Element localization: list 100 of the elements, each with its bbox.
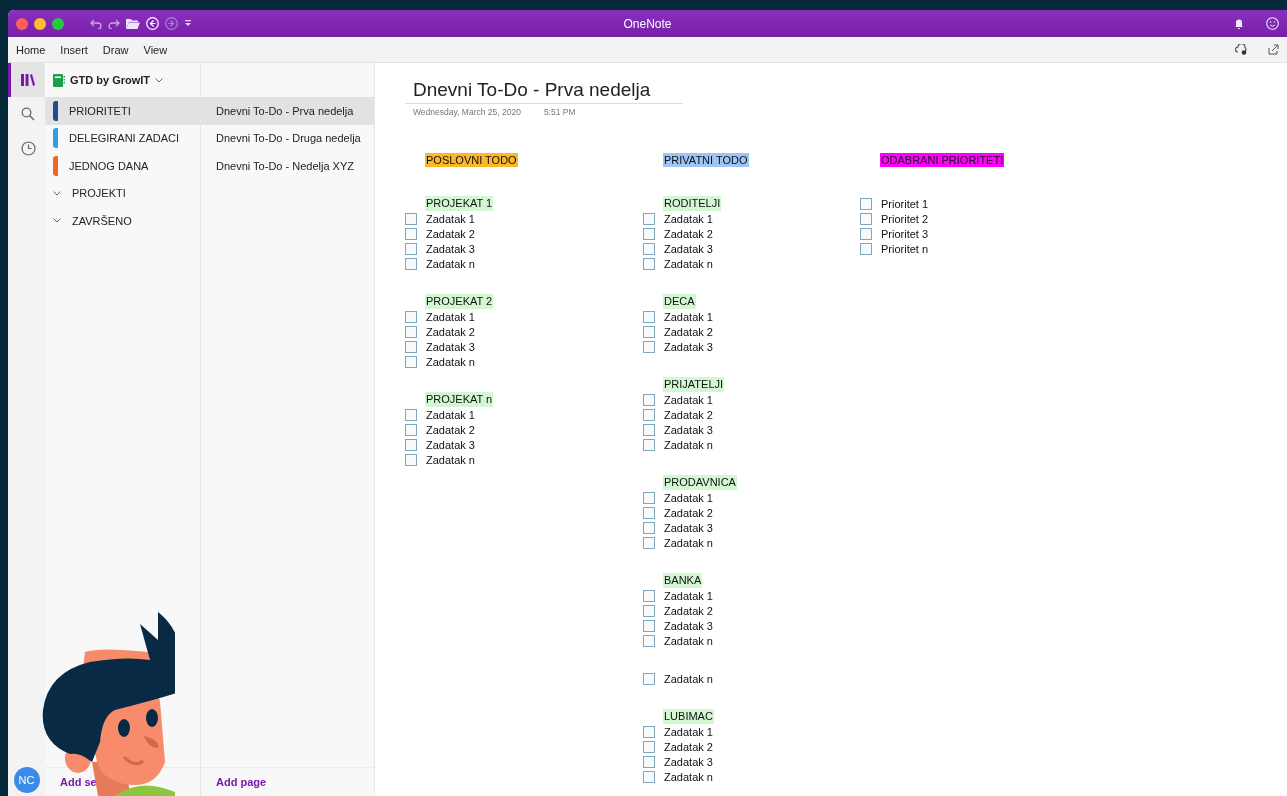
menu-item[interactable]: Home (16, 43, 55, 56)
task-text: Zadatak 1 (426, 212, 475, 225)
section-label: PRIORITETI (69, 104, 131, 117)
checkbox[interactable] (405, 242, 417, 255)
checkbox[interactable] (405, 453, 417, 466)
checkbox[interactable] (643, 257, 655, 270)
task-text: Zadatak 3 (664, 340, 713, 353)
checkbox[interactable] (405, 257, 417, 270)
window-title: OneNote (623, 16, 672, 31)
menu-item[interactable]: Draw (102, 43, 138, 56)
checkbox[interactable] (643, 506, 655, 519)
task-text: Zadatak 3 (426, 340, 475, 353)
checkbox[interactable] (643, 438, 655, 451)
task-text: Zadatak n (664, 634, 713, 647)
checkbox[interactable] (860, 242, 872, 255)
undo-icon[interactable] (90, 18, 102, 29)
page-time: 5:51 PM (543, 107, 576, 117)
section-group-item[interactable]: ZAVRŠENO (45, 207, 200, 235)
cloud-sync-icon[interactable] (1235, 44, 1248, 55)
checkbox[interactable] (643, 634, 655, 647)
checkbox[interactable] (643, 755, 655, 768)
library-icon (21, 74, 35, 86)
checkbox[interactable] (860, 212, 872, 225)
checkbox[interactable] (643, 408, 655, 421)
task-text: Prioritet 2 (881, 212, 929, 225)
checkbox[interactable] (643, 491, 655, 504)
task-text: Zadatak 2 (426, 227, 475, 240)
checkbox[interactable] (643, 672, 655, 685)
checkbox[interactable] (643, 310, 655, 323)
task-text: Prioritet n (881, 242, 929, 255)
task-text: Zadatak 3 (664, 619, 713, 632)
page-item[interactable]: Dnevni To-Do - Prva nedelja (201, 97, 374, 125)
task-text: Prioritet 1 (881, 197, 929, 210)
page-item[interactable]: Dnevni To-Do - Nedelja XYZ (201, 152, 374, 180)
checkbox[interactable] (643, 521, 655, 534)
task-text: Zadatak 2 (664, 325, 713, 338)
smiley-icon[interactable] (1266, 17, 1279, 30)
task-text: Zadatak 1 (664, 393, 713, 406)
checkbox[interactable] (643, 770, 655, 783)
checkbox[interactable] (643, 740, 655, 753)
menu-item[interactable]: Insert (60, 43, 97, 56)
checkbox[interactable] (405, 212, 417, 225)
checkbox[interactable] (405, 310, 417, 323)
task-text: Zadatak 1 (426, 310, 475, 323)
checkbox[interactable] (405, 227, 417, 240)
section-item[interactable]: PRIORITETI (45, 97, 200, 125)
group-heading: PROJEKAT 1 (425, 196, 494, 211)
checkbox[interactable] (405, 423, 417, 436)
checkbox[interactable] (405, 438, 417, 451)
bell-icon[interactable] (1234, 18, 1244, 29)
checkbox[interactable] (643, 227, 655, 240)
checkbox[interactable] (405, 325, 417, 338)
task-text: Zadatak 1 (664, 310, 713, 323)
task-text: Zadatak n (664, 672, 713, 685)
checkbox[interactable] (860, 227, 872, 240)
menu-item[interactable]: View (143, 43, 177, 56)
customize-icon[interactable] (184, 20, 192, 27)
checkbox[interactable] (643, 604, 655, 617)
checkbox[interactable] (405, 355, 417, 368)
group-heading: PRODAVNICA (663, 475, 737, 490)
section-label: DELEGIRANI ZADACI (69, 132, 180, 145)
section-item[interactable]: DELEGIRANI ZADACI (45, 124, 200, 152)
checkbox[interactable] (643, 325, 655, 338)
checkbox[interactable] (643, 536, 655, 549)
group-heading: PROJEKAT n (425, 392, 494, 407)
task-text: Zadatak n (426, 355, 475, 368)
close-button[interactable] (16, 17, 28, 30)
folder-icon[interactable] (126, 18, 140, 29)
checkbox[interactable] (643, 725, 655, 738)
page-item[interactable]: Dnevni To-Do - Druga nedelja (201, 124, 374, 152)
section-item[interactable]: JEDNOG DANA (45, 152, 200, 180)
checkbox[interactable] (643, 423, 655, 436)
minimize-button[interactable] (34, 17, 46, 30)
group-heading: RODITELJI (663, 196, 722, 211)
checkbox[interactable] (860, 197, 872, 210)
forward-icon[interactable] (165, 17, 178, 30)
checkbox[interactable] (643, 393, 655, 406)
add-page-link[interactable]: Add page (216, 776, 267, 788)
section-group-item[interactable]: PROJEKTI (45, 179, 200, 207)
redo-icon[interactable] (108, 18, 120, 29)
zoom-button[interactable] (52, 17, 64, 30)
checkbox[interactable] (643, 340, 655, 353)
checkbox[interactable] (643, 242, 655, 255)
task-text: Zadatak 2 (664, 604, 713, 617)
checkbox[interactable] (405, 340, 417, 353)
rail-button[interactable] (8, 63, 45, 97)
task-text: Zadatak n (426, 257, 475, 270)
page-title[interactable]: Dnevni To-Do - Prva nedelja (405, 77, 683, 104)
add-section-link[interactable]: Add se (60, 776, 97, 788)
checkbox[interactable] (405, 408, 417, 421)
task-text: Zadatak 3 (426, 242, 475, 255)
back-icon[interactable] (146, 17, 159, 30)
notebook-name[interactable]: GTD by GrowIT (70, 74, 151, 86)
checkbox[interactable] (643, 589, 655, 602)
chevron-down-icon[interactable] (155, 77, 164, 83)
task-text: Zadatak n (664, 438, 713, 451)
checkbox[interactable] (643, 212, 655, 225)
share-icon[interactable] (1268, 44, 1279, 55)
group-heading: PROJEKAT 2 (425, 294, 494, 309)
checkbox[interactable] (643, 619, 655, 632)
